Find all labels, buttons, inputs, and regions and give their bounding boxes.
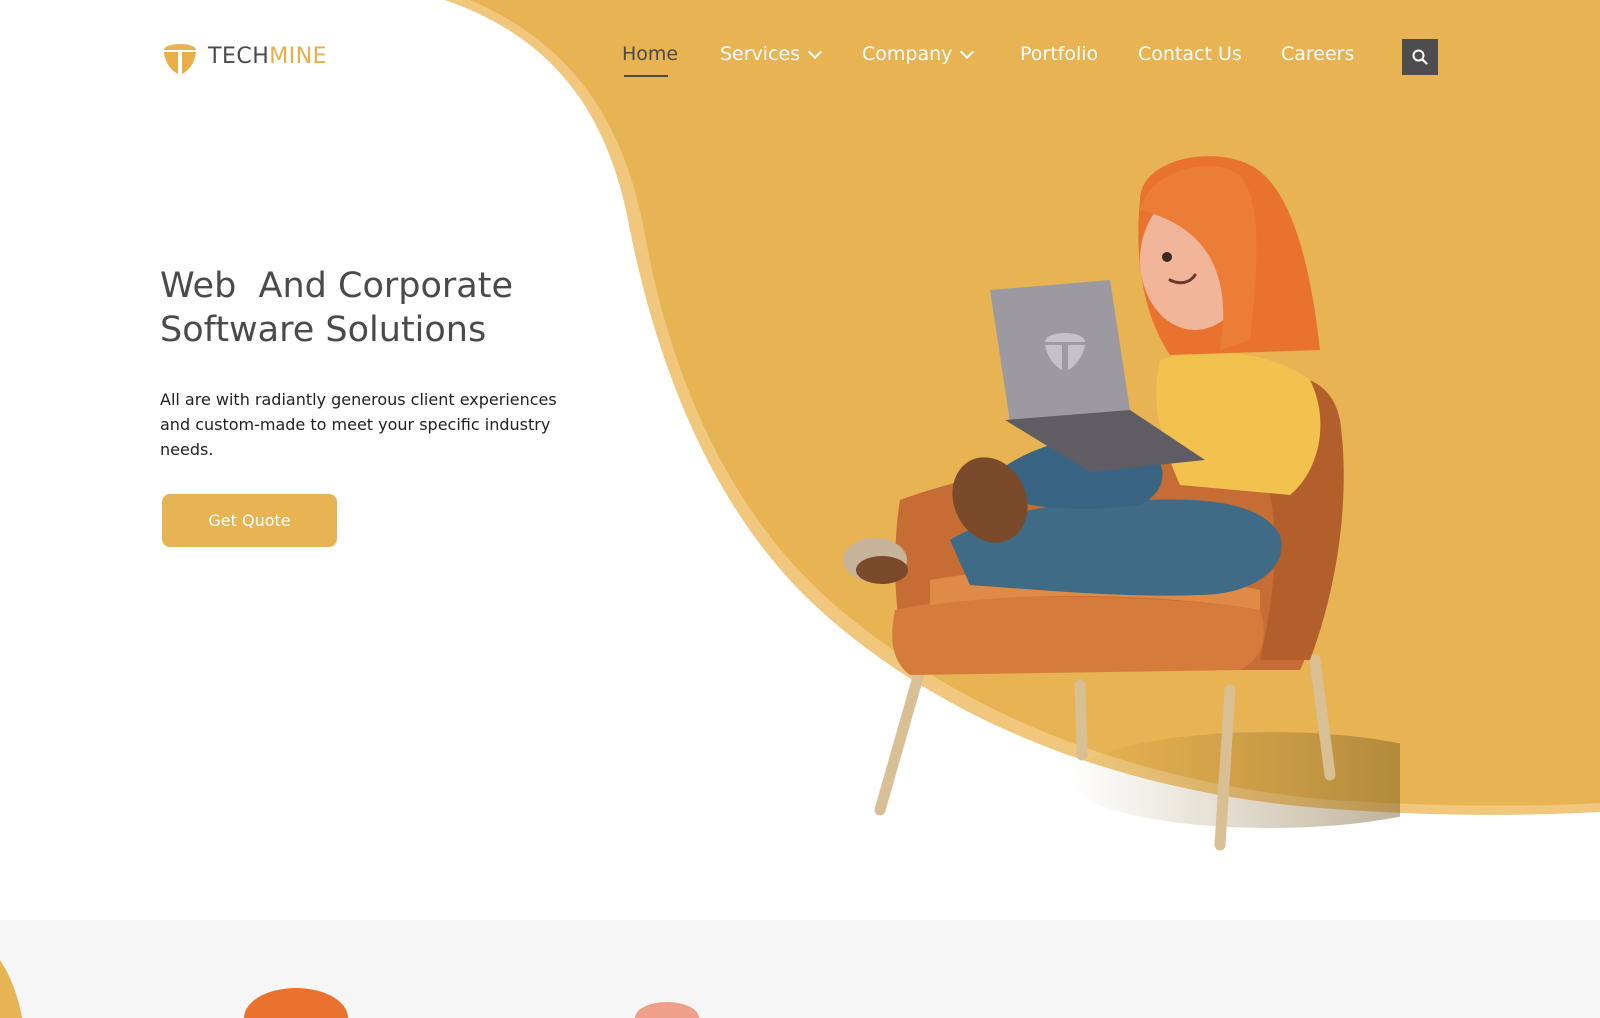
hero-subtitle: All are with radiantly generous client e… xyxy=(160,390,557,459)
nav-item-careers[interactable]: Careers xyxy=(1281,43,1354,65)
nav-item-services[interactable]: Services xyxy=(720,43,823,65)
nav-item-label: Home xyxy=(622,43,679,65)
get-quote-button[interactable]: Get Quote xyxy=(162,494,337,547)
hero-illustration xyxy=(843,156,1400,851)
person-torso xyxy=(1156,351,1321,495)
nav-item-label: Contact Us xyxy=(1138,43,1242,65)
nav-item-label: Portfolio xyxy=(1020,43,1099,65)
person-head xyxy=(1138,156,1320,355)
nav-item-contact-us[interactable]: Contact Us xyxy=(1138,43,1242,65)
hero-title-line2: Software Solutions xyxy=(160,310,487,350)
nav-item-label: Careers xyxy=(1281,43,1355,65)
next-section-illustration xyxy=(0,960,699,1018)
nav-item-company[interactable]: Company xyxy=(862,43,975,65)
search-icon xyxy=(1412,49,1428,65)
nav-item-label: Company xyxy=(862,43,953,65)
chevron-down-icon xyxy=(960,44,975,60)
search-button[interactable] xyxy=(1402,39,1438,75)
chevron-down-icon xyxy=(808,44,823,60)
floor-shadow xyxy=(1070,732,1400,828)
nav-active-indicator xyxy=(624,75,668,77)
nav-item-home[interactable]: Home xyxy=(622,43,678,65)
main-navigation: Home Services Company Portfolio Contact … xyxy=(0,43,1600,73)
nav-item-portfolio[interactable]: Portfolio xyxy=(1020,43,1098,65)
hero-title: Web And Corporate Software Solutions xyxy=(160,264,620,352)
hero-title-line1: Web And Corporate xyxy=(160,266,513,306)
nav-item-label: Services xyxy=(720,43,801,65)
